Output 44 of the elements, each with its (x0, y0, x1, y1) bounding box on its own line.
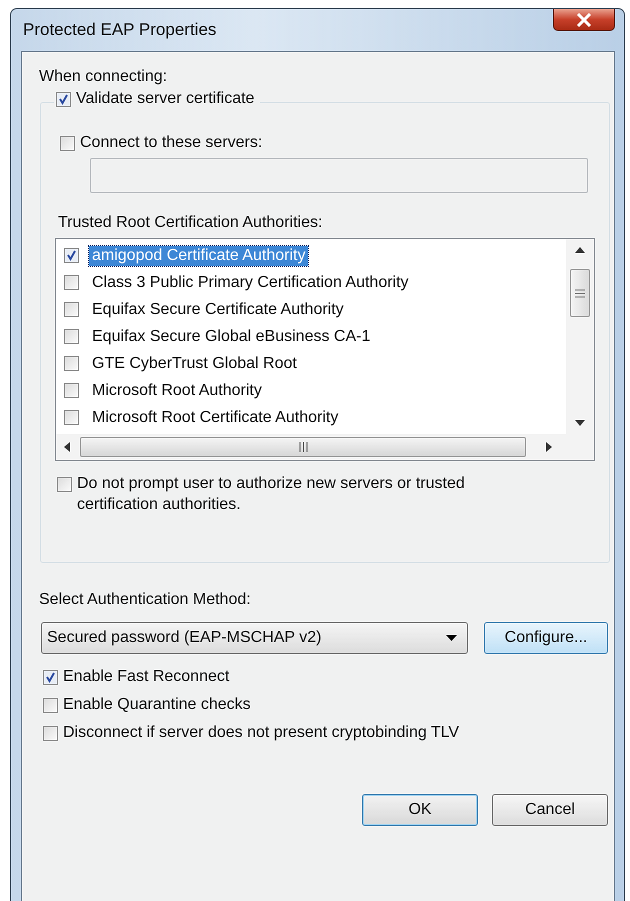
configure-button[interactable]: Configure... (484, 622, 608, 654)
cancel-button[interactable]: Cancel (492, 794, 608, 826)
checkbox-label[interactable]: Disconnect if server does not present cryptobinding TLV (63, 724, 460, 742)
checkbox-label[interactable]: Do not prompt user to authorize new servers or trusted certification authorities. (77, 473, 517, 515)
scroll-right-icon[interactable] (546, 442, 552, 452)
checkbox[interactable] (64, 356, 79, 371)
scroll-down-icon[interactable] (575, 420, 585, 426)
list-item[interactable]: amigopod Certificate Authority (89, 246, 308, 266)
checkbox[interactable] (64, 275, 79, 290)
list-label: Trusted Root Certification Authorities: (58, 214, 324, 232)
scrollbar-thumb[interactable] (80, 437, 526, 457)
scroll-up-icon[interactable] (575, 247, 585, 253)
list-item[interactable]: Microsoft Root Certificate Authority (89, 408, 342, 428)
ok-button[interactable]: OK (362, 794, 478, 826)
checkbox[interactable] (43, 670, 58, 684)
method-label: Select Authentication Method: (39, 591, 252, 609)
window-title: Protected EAP Properties (23, 20, 216, 40)
checkbox-label[interactable]: Enable Quarantine checks (63, 696, 251, 714)
list-item[interactable]: Equifax Secure Global eBusiness CA-1 (89, 326, 374, 346)
method-dropdown[interactable]: Secured password (EAP-MSCHAP v2) (41, 622, 468, 654)
checkbox[interactable] (64, 248, 79, 263)
checkbox-label[interactable]: Connect to these servers: (80, 134, 262, 152)
checkbox[interactable] (43, 726, 58, 740)
checkbox[interactable] (56, 92, 71, 106)
section-label: When connecting: (39, 68, 168, 86)
close-icon (576, 12, 592, 26)
list-item[interactable]: GTE CyberTrust Global Root (89, 354, 300, 374)
scrollbar-thumb[interactable] (570, 269, 590, 317)
checkbox[interactable] (60, 136, 75, 150)
checkbox[interactable] (64, 329, 79, 344)
list-item[interactable]: Class 3 Public Primary Certification Authority (89, 272, 412, 292)
horizontal-scrollbar[interactable] (56, 434, 594, 460)
caret-icon (446, 635, 457, 641)
checkbox[interactable] (64, 383, 79, 398)
checkbox[interactable] (64, 302, 79, 317)
list-item[interactable]: Microsoft Root Authority (89, 380, 265, 400)
list-item[interactable]: Equifax Secure Certificate Authority (89, 300, 347, 320)
checkbox[interactable] (57, 477, 72, 492)
scroll-left-icon[interactable] (64, 442, 70, 452)
vertical-scrollbar[interactable] (566, 239, 594, 434)
checkbox-label[interactable]: Enable Fast Reconnect (63, 668, 230, 686)
close-button[interactable] (553, 9, 615, 31)
checkbox[interactable] (64, 410, 79, 425)
checkbox[interactable] (43, 698, 58, 712)
